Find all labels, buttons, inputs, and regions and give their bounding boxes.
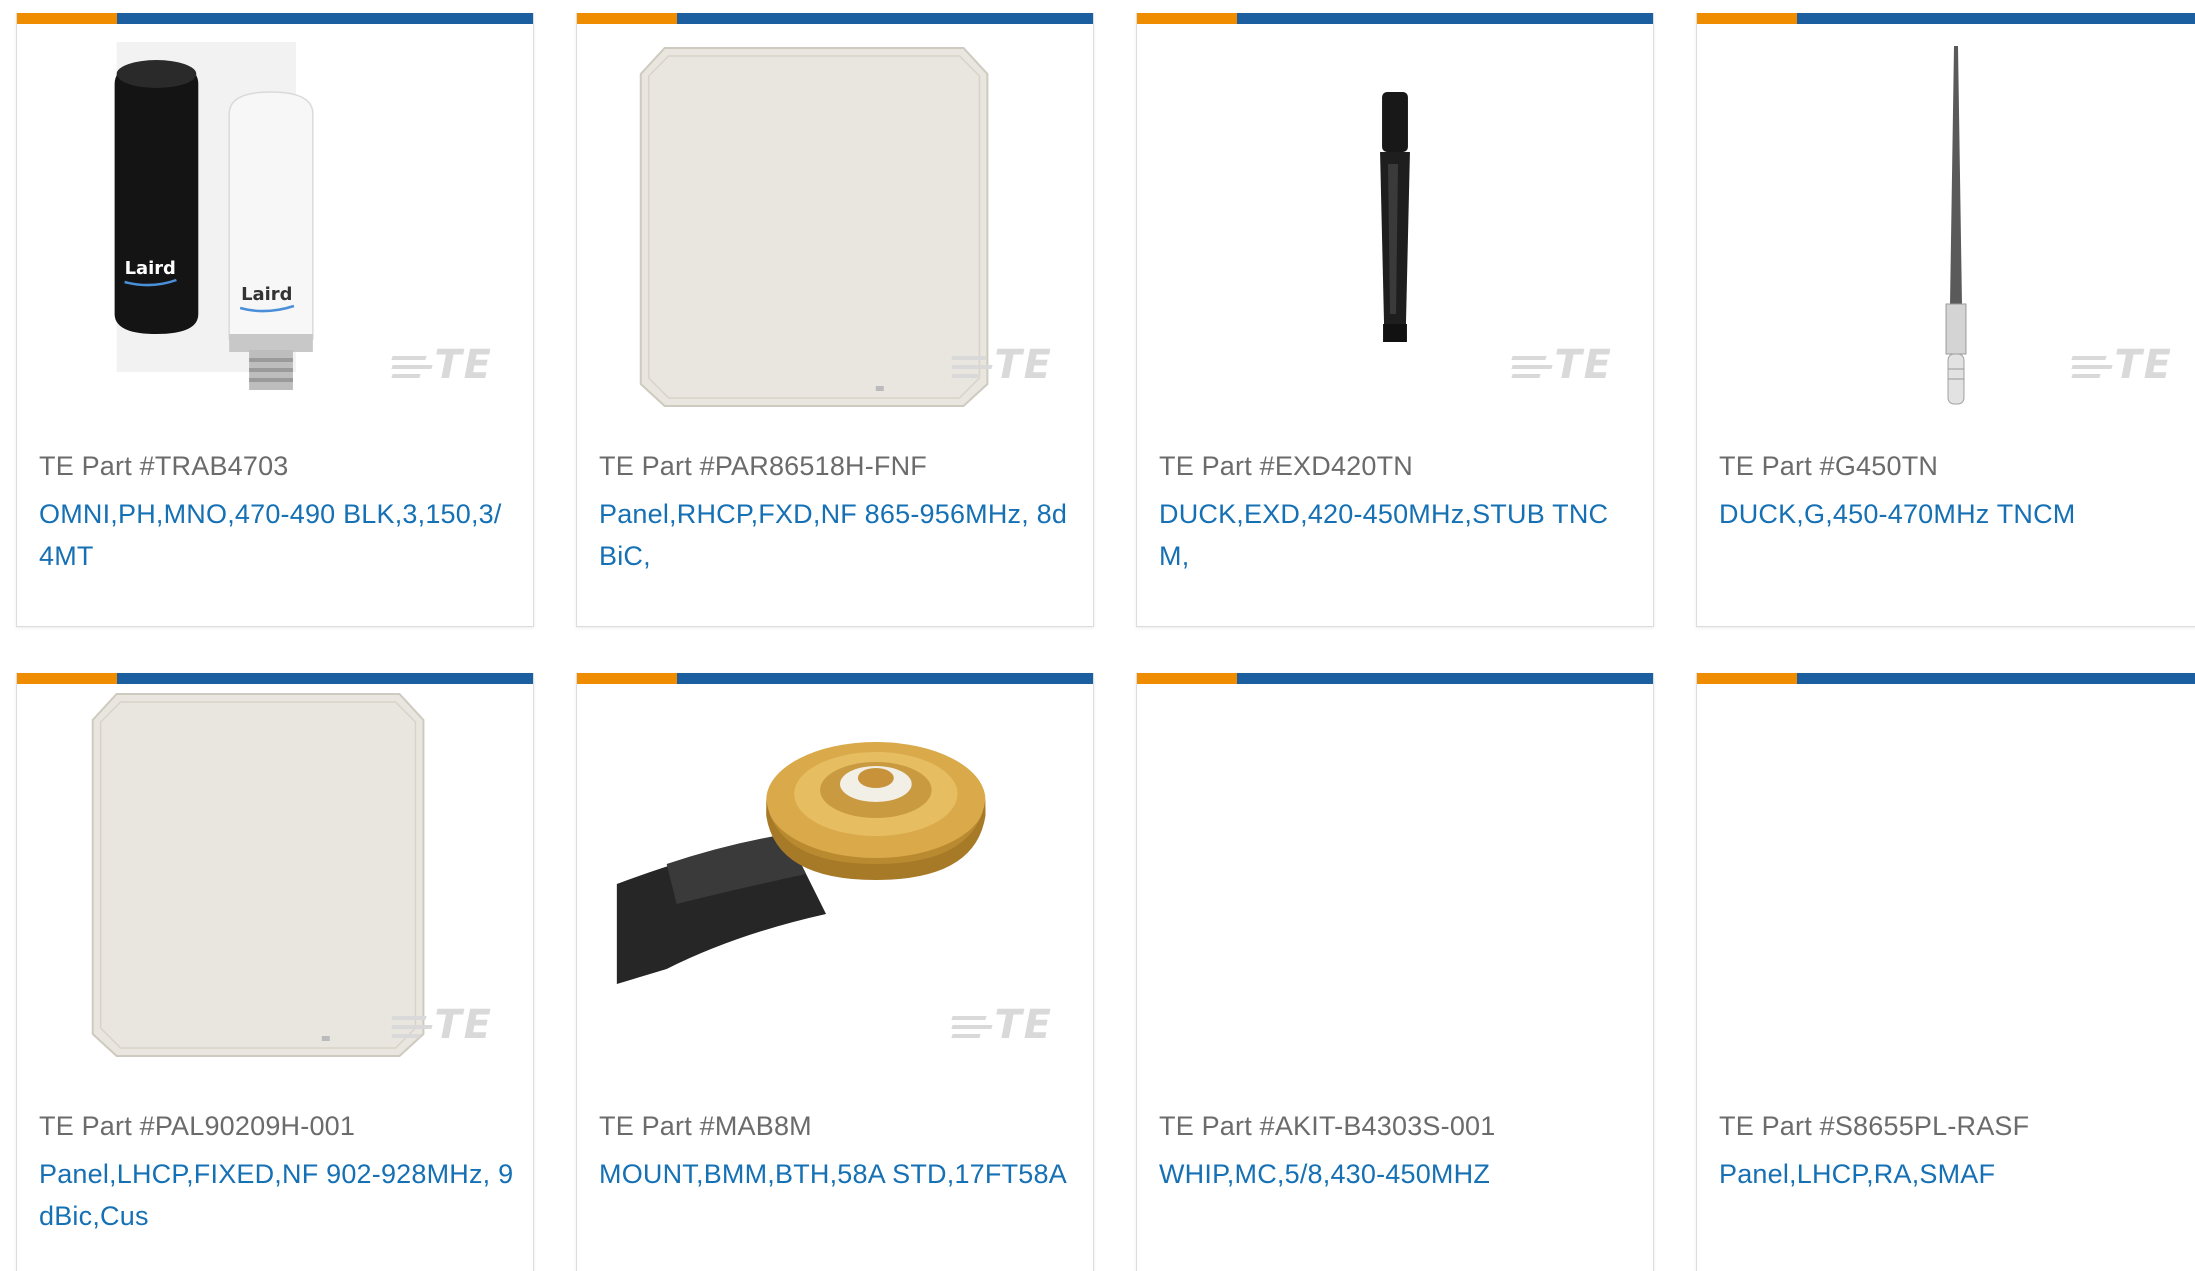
stub-antenna-image[interactable]: TE [1137, 24, 1653, 424]
te-watermark: TE [951, 342, 1053, 388]
product-image-placeholder[interactable] [1137, 684, 1653, 1084]
product-description-link[interactable]: Panel,LHCP,FIXED,NF 902-928MHz, 9dBic,Cu… [39, 1153, 515, 1237]
product-card[interactable]: TE TE Part #PAR86518H-FNF Panel,RHCP,FXD… [576, 13, 1094, 627]
card-accent-bar [1697, 13, 2195, 24]
card-accent-bar [1137, 673, 1653, 684]
card-accent-bar [1697, 673, 2195, 684]
card-accent-bar [577, 673, 1093, 684]
part-number: TE Part #MAB8M [599, 1111, 812, 1141]
part-number: TE Part #PAL90209H-001 [39, 1111, 356, 1141]
part-number: TE Part #EXD420TN [1159, 451, 1413, 481]
part-number: TE Part #G450TN [1719, 451, 1939, 481]
whip-antenna-image[interactable]: TE [1697, 24, 2195, 424]
card-accent-bar [577, 13, 1093, 24]
product-description-link[interactable]: WHIP,MC,5/8,430-450MHZ [1159, 1153, 1635, 1195]
product-card[interactable]: Laird Laird TE TE Part #TRAB4703 OMNI,PH… [16, 13, 534, 627]
product-card[interactable]: TE TE Part #MAB8M MOUNT,BMM,BTH,58A STD,… [576, 673, 1094, 1271]
omni-antenna-image[interactable]: Laird Laird TE [17, 24, 533, 424]
part-number: TE Part #PAR86518H-FNF [599, 451, 928, 481]
te-watermark: TE [391, 1002, 493, 1048]
part-number: TE Part #TRAB4703 [39, 451, 289, 481]
product-grid: Laird Laird TE TE Part #TRAB4703 OMNI,PH… [0, 0, 2195, 1271]
te-watermark: TE [1511, 342, 1613, 388]
laird-logo-text: Laird [241, 284, 292, 305]
product-description-link[interactable]: OMNI,PH,MNO,470-490 BLK,3,150,3/4MT [39, 493, 515, 577]
laird-logo-text: Laird [125, 258, 176, 279]
part-number: TE Part #AKIT-B4303S-001 [1159, 1111, 1496, 1141]
product-card[interactable]: TE TE Part #EXD420TN DUCK,EXD,420-450MHz… [1136, 13, 1654, 627]
product-description-link[interactable]: Panel,LHCP,RA,SMAF [1719, 1153, 2195, 1195]
product-card[interactable]: TE Part #AKIT-B4303S-001 WHIP,MC,5/8,430… [1136, 673, 1654, 1271]
mount-image[interactable]: TE [577, 684, 1093, 1084]
te-watermark: TE [2071, 342, 2173, 388]
te-watermark: TE [391, 342, 493, 388]
product-image-placeholder[interactable] [1697, 684, 2195, 1084]
te-watermark: TE [951, 1002, 1053, 1048]
product-card[interactable]: TE Part #S8655PL-RASF Panel,LHCP,RA,SMAF [1696, 673, 2195, 1271]
product-description-link[interactable]: DUCK,EXD,420-450MHz,STUB TNCM, [1159, 493, 1635, 577]
card-accent-bar [17, 13, 533, 24]
card-accent-bar [1137, 13, 1653, 24]
card-accent-bar [17, 673, 533, 684]
panel-antenna-image[interactable]: TE [577, 24, 1093, 424]
product-description-link[interactable]: DUCK,G,450-470MHz TNCM [1719, 493, 2195, 535]
product-description-link[interactable]: MOUNT,BMM,BTH,58A STD,17FT58A [599, 1153, 1075, 1195]
panel-antenna-image[interactable]: TE [17, 684, 533, 1084]
product-card[interactable]: TE TE Part #PAL90209H-001 Panel,LHCP,FIX… [16, 673, 534, 1271]
product-description-link[interactable]: Panel,RHCP,FXD,NF 865-956MHz, 8dBiC, [599, 493, 1075, 577]
part-number: TE Part #S8655PL-RASF [1719, 1111, 2030, 1141]
product-card[interactable]: TE TE Part #G450TN DUCK,G,450-470MHz TNC… [1696, 13, 2195, 627]
